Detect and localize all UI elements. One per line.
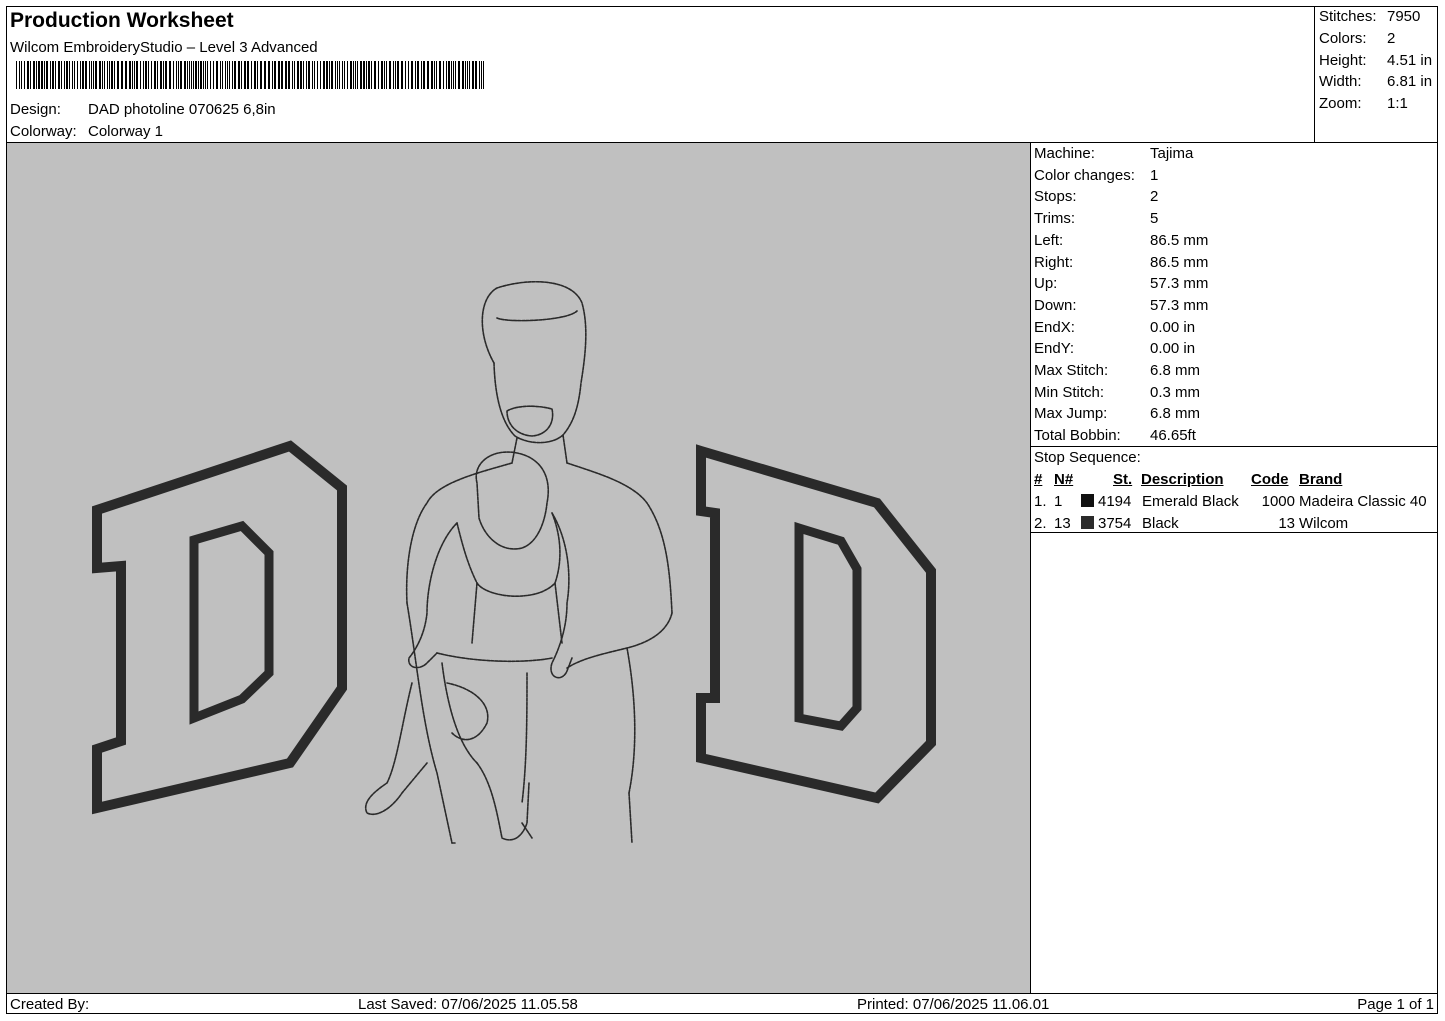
machine-row-label: Color changes: [1034,166,1135,184]
table-row-2-brand: Wilcom [1299,515,1349,532]
colorway-label: Colorway: [10,123,77,140]
col-header-desc: Description [1141,471,1224,488]
machine-row-label: Trims: [1034,210,1076,228]
machine-row-label: Machine: [1034,145,1095,162]
machine-row-value: 6.8 mm [1150,405,1201,423]
machine-row: Up: 57.3 mm [1034,275,1208,292]
machine-row-label: Down: [1034,296,1077,314]
col-header-num: # [1034,471,1043,488]
divider [1031,532,1438,533]
worksheet-footer: Created By: Last Saved: 07/06/2025 11.05… [6,993,1438,1014]
machine-row-value: 57.3 mm [1150,275,1209,293]
machine-row: EndY: 0.00 in [1034,340,1195,357]
summary-box: Stitches: 7950 Colors: 2 Height: 4.51 in Wi… [1314,6,1438,143]
letter-d-right [696,444,936,804]
machine-row-value: 0.3 mm [1150,383,1201,401]
machine-row-value: 46.65ft [1150,427,1196,445]
father-baby-line-art [365,280,673,844]
machine-row-value: 1 [1150,166,1159,184]
machine-row: Left: 86.5 mm [1034,232,1208,249]
table-row-1-brand: Madeira Classic 40 [1299,493,1427,510]
design-value: DAD photoline 070625 6,8in [88,101,276,118]
machine-row-value: 0.00 in [1150,318,1196,336]
design-row: Design: DAD photoline 070625 6,8in [10,101,276,118]
machine-row-label: Up: [1034,275,1058,293]
table-row-2-st: 3754 [1098,515,1132,532]
table-row-1-swatch [1081,493,1094,510]
machine-row-value: 0.00 in [1150,340,1196,358]
colorway-value: Colorway 1 [88,123,164,140]
colorway-row: Colorway: Colorway 1 [10,123,163,140]
machine-row-value: 2 [1150,188,1159,206]
summary-height: Height: 4.51 in [1319,52,1433,69]
machine-row-value: Tajima [1150,145,1194,162]
divider [1031,446,1438,447]
page-title: Production Worksheet [10,9,234,32]
table-row-2-needle: 13 [1054,515,1071,532]
table-row-2-desc: Black [1142,515,1179,532]
machine-row: Max Stitch: 6.8 mm [1034,362,1200,379]
col-header-needle: N# [1054,471,1074,488]
software-name: Wilcom EmbroideryStudio – Level 3 Advanc… [10,39,318,56]
machine-row: Machine: Tajima [1034,145,1193,162]
machine-row-label: Max Jump: [1034,405,1108,423]
machine-row: Max Jump: 6.8 mm [1034,405,1200,422]
machine-row-label: Stops: [1034,188,1077,206]
design-preview [7,143,1031,993]
col-header-st: St. [1113,471,1133,488]
table-row-2-num: 2. [1034,515,1047,532]
machine-row-label: EndX: [1034,318,1075,336]
machine-row: Right: 86.5 mm [1034,254,1208,271]
summary-stitches: Stitches: 7950 [1319,8,1421,25]
machine-row-label: Max Stitch: [1034,362,1109,379]
machine-row: Min Stitch: 0.3 mm [1034,384,1200,401]
table-row-1-st: 4194 [1098,493,1132,510]
embroidery-preview-image [92,280,936,844]
created-by: Created By: [10,996,90,1013]
table-row-1-num: 1. [1034,493,1047,510]
col-header-brand: Brand [1299,471,1343,488]
machine-row: Stops: 2 [1034,188,1158,205]
machine-row-label: Right: [1034,253,1074,271]
table-row-1-desc: Emerald Black [1142,493,1239,510]
machine-row-label: Min Stitch: [1034,383,1105,401]
machine-row-value: 57.3 mm [1150,296,1209,314]
machine-row-value: 5 [1150,210,1159,228]
barcode [16,61,484,89]
summary-zoom: Zoom: 1:1 [1319,95,1408,112]
machine-row-value: 86.5 mm [1150,231,1209,249]
machine-row: Total Bobbin: 46.65ft [1034,427,1196,444]
machine-row: EndX: 0.00 in [1034,319,1195,336]
stop-sequence-title: Stop Sequence: [1034,449,1141,466]
machine-row: Down: 57.3 mm [1034,297,1208,314]
page-number: Page 1 of 1 [1357,996,1434,1013]
letter-d-left [92,440,347,815]
last-saved: Last Saved: 07/06/2025 11.05.58 [358,996,578,1013]
machine-row: Color changes: 1 [1034,167,1158,184]
table-row-2-code: 13 [1278,515,1295,532]
summary-colors: Colors: 2 [1319,30,1396,47]
table-row-1-code: 1000 [1261,493,1295,510]
machine-row-label: EndY: [1034,340,1075,358]
machine-row-label: Total Bobbin: [1034,427,1121,445]
table-row-1-needle: 1 [1054,493,1063,510]
machine-row: Trims: 5 [1034,210,1158,227]
table-row-2-swatch [1081,515,1094,532]
col-header-code: Code [1251,471,1289,488]
worksheet-header: Production Worksheet Wilcom EmbroiderySt… [6,6,1314,143]
summary-width: Width: 6.81 in [1319,73,1433,90]
machine-row-label: Left: [1034,231,1064,249]
machine-row-value: 86.5 mm [1150,253,1209,271]
printed-date: Printed: 07/06/2025 11.06.01 [857,996,1050,1013]
machine-row-value: 6.8 mm [1150,362,1201,379]
design-label: Design: [10,101,61,118]
